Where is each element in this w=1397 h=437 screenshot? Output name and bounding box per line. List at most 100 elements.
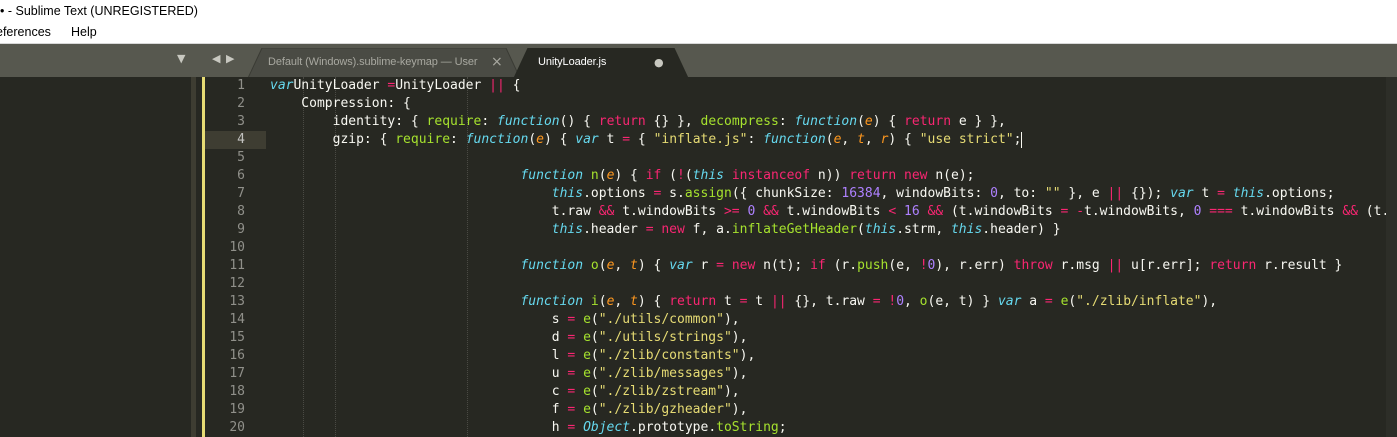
code-token: new	[731, 258, 756, 273]
code-token: n(t);	[755, 258, 811, 273]
code-token: Object	[583, 420, 631, 435]
code-line[interactable]: 13 function i(e, t) { return t = t || {}…	[0, 293, 1397, 311]
tab-default-keymap[interactable]: Default (Windows).sublime-keymap — User …	[248, 48, 520, 78]
code-token: function	[763, 132, 826, 147]
menu-item-help[interactable]: Help	[71, 22, 97, 43]
code-token: this	[950, 222, 983, 237]
tab-list-dropdown-icon[interactable]: ▼	[177, 52, 185, 65]
code-token: t.windowBits	[778, 204, 889, 219]
code-line[interactable]: 18 c = e("./zlib/zstream"),	[0, 383, 1397, 401]
code-token: require	[395, 132, 451, 147]
code-token: t	[598, 132, 623, 147]
line-number: 7	[237, 186, 245, 201]
minimap[interactable]	[1386, 77, 1397, 437]
code-token: , windowBits:	[880, 186, 991, 201]
code-line[interactable]: 3 identity: { require: function() { retu…	[0, 113, 1397, 131]
code-token: var	[997, 294, 1022, 309]
code-line[interactable]: 6 function n(e) { if (!(this instanceof …	[0, 167, 1397, 185]
code-token: var	[270, 78, 294, 93]
code-token: this	[551, 222, 584, 237]
code-token: t	[630, 294, 638, 309]
code-line[interactable]: 7 this.options = s.assign({ chunkSize: 1…	[0, 185, 1397, 203]
code-text: this.header = new f, a.inflateGetHeader(…	[270, 221, 1061, 239]
code-line[interactable]: 11 function o(e, t) { var r = new n(t); …	[0, 257, 1397, 275]
code-token: ),	[731, 402, 748, 417]
code-token: r.msg	[1052, 258, 1108, 273]
code-line[interactable]: 20 h = Object.prototype.toString;	[0, 419, 1397, 437]
code-line[interactable]: 19 f = e("./zlib/gzheader"),	[0, 401, 1397, 419]
code-token: t.windowBits	[1232, 204, 1343, 219]
code-token: "./zlib/zstream"	[598, 384, 724, 399]
code-token: }, e	[1060, 186, 1108, 201]
tab-label: UnityLoader.js	[538, 56, 607, 68]
tab-unityloader-js[interactable]: UnityLoader.js ●	[514, 48, 688, 78]
code-token: (	[598, 258, 607, 273]
line-number: 10	[229, 240, 245, 255]
code-token: h	[270, 420, 568, 435]
code-token: inflateGetHeader	[731, 222, 858, 237]
code-line[interactable]: 15 d = e("./utils/strings"),	[0, 329, 1397, 347]
code-line[interactable]: 12	[0, 275, 1397, 293]
code-token: new	[661, 222, 685, 237]
tab-dirty-icon[interactable]: ●	[654, 56, 664, 69]
code-token: this	[692, 168, 724, 183]
menu-item-preferences[interactable]: eferences	[0, 22, 51, 43]
code-text: f = e("./zlib/gzheader"),	[270, 401, 748, 419]
code-token: =	[872, 294, 881, 309]
code-line[interactable]: 10	[0, 239, 1397, 257]
code-token: function	[794, 114, 858, 129]
code-token: n))	[810, 168, 850, 183]
code-token: "./utils/common"	[598, 312, 724, 327]
code-token: n(e);	[927, 168, 975, 183]
code-token: (	[528, 132, 537, 147]
code-token: t	[857, 132, 865, 147]
tab-prev-icon[interactable]: ◀	[212, 52, 220, 65]
code-token: (	[590, 402, 599, 417]
code-token: <	[888, 204, 897, 219]
line-number: 9	[237, 222, 245, 237]
code-line[interactable]: 1 varUnityLoader =UnityLoader || {	[0, 77, 1397, 95]
code-token: "./utils/strings"	[598, 330, 732, 345]
code-line[interactable]: 14 s = e("./utils/common"),	[0, 311, 1397, 329]
code-line[interactable]: 2 Compression: {	[0, 95, 1397, 113]
code-token: var	[575, 132, 599, 147]
tab-next-icon[interactable]: ▶	[226, 52, 234, 65]
code-line[interactable]: 4 gzip: { require: function(e) { var t =…	[0, 131, 1397, 149]
code-editor[interactable]: 1 varUnityLoader =UnityLoader || {2 Compr…	[0, 77, 1397, 437]
code-token: , to:	[997, 186, 1045, 201]
code-token: ) {	[872, 114, 905, 129]
code-token: "use strict"	[919, 132, 1014, 147]
code-text: c = e("./zlib/zstream"),	[270, 383, 740, 401]
code-token: toString	[716, 420, 779, 435]
code-line[interactable]: 5	[0, 149, 1397, 167]
code-token: 0	[896, 294, 905, 309]
code-token: push	[857, 258, 889, 273]
line-number: 1	[237, 78, 245, 93]
code-line[interactable]: 9 this.header = new f, a.inflateGetHeade…	[0, 221, 1397, 239]
code-token: (	[598, 168, 607, 183]
code-token: e	[583, 366, 591, 381]
code-token: return	[598, 114, 646, 129]
code-token: ) {	[614, 168, 646, 183]
code-token: !	[919, 258, 928, 273]
code-line[interactable]: 8 t.raw && t.windowBits >= 0 && t.window…	[0, 203, 1397, 221]
code-token: (	[857, 222, 865, 237]
code-text: d = e("./utils/strings"),	[270, 329, 748, 347]
code-line[interactable]: 17 u = e("./zlib/messages"),	[0, 365, 1397, 383]
code-token: ({ chunkSize:	[731, 186, 842, 201]
code-line[interactable]: 16 l = e("./zlib/constants"),	[0, 347, 1397, 365]
code-text: function o(e, t) { var r = new n(t); if …	[270, 257, 1342, 275]
tab-close-icon[interactable]: ×	[491, 54, 503, 70]
code-text: t.raw && t.windowBits >= 0 && t.windowBi…	[270, 203, 1397, 221]
code-token: t	[630, 258, 638, 273]
code-token: (	[825, 132, 834, 147]
code-token: .prototype.	[630, 420, 717, 435]
code-token: ),	[731, 366, 748, 381]
